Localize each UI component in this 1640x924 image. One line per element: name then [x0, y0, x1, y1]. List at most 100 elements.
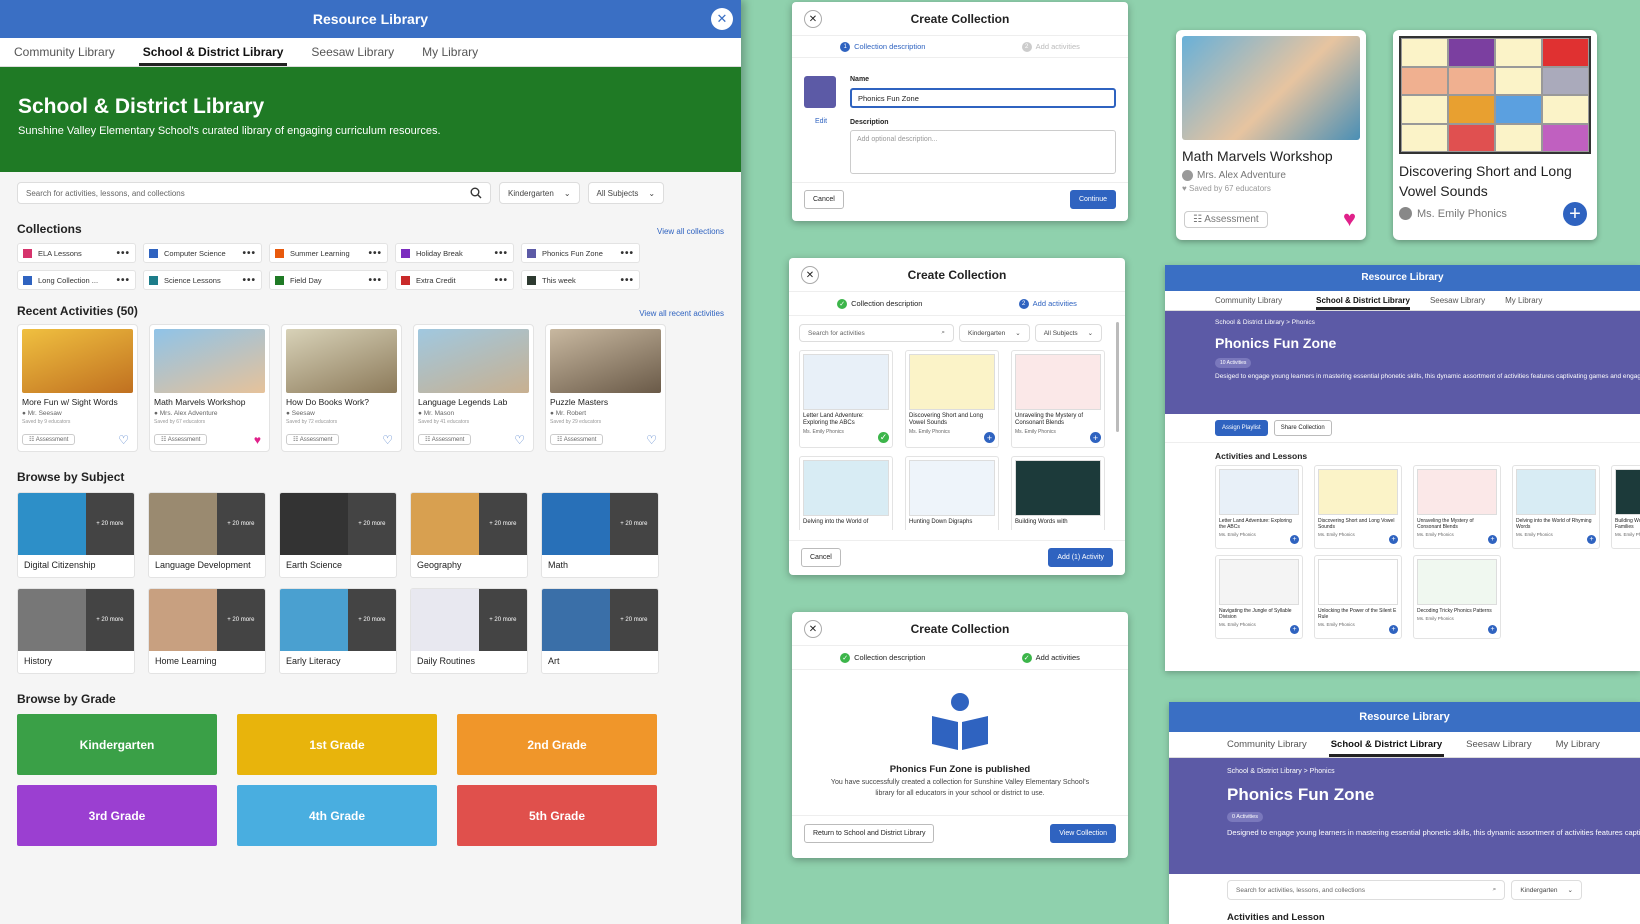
more-options-icon[interactable]: ••• [116, 275, 130, 286]
more-options-icon[interactable]: ••• [620, 248, 634, 259]
tab-my-library[interactable]: My Library [1495, 291, 1552, 310]
heart-icon[interactable]: ♥ [254, 433, 261, 447]
subject-card[interactable]: + 20 more Earth Science [279, 492, 397, 578]
add-icon[interactable]: + [1090, 432, 1101, 443]
subject-card[interactable]: + 20 more Art [541, 588, 659, 674]
more-options-icon[interactable]: ••• [494, 275, 508, 286]
tab-seesaw[interactable]: Seesaw Library [1420, 291, 1495, 310]
add-icon[interactable]: + [1389, 625, 1398, 634]
activity-card-large[interactable]: Math Marvels Workshop Mrs. Alex Adventur… [1176, 30, 1366, 240]
grade-card[interactable]: 4th Grade [237, 785, 437, 846]
collection-chip[interactable]: Science Lessons ••• [143, 270, 262, 290]
view-all-collections-link[interactable]: View all collections [657, 227, 724, 236]
activity-option[interactable]: Hunting Down Digraphs [905, 456, 999, 530]
activity-card[interactable]: More Fun w/ Sight Words ● Mr. Seesaw Sav… [17, 324, 138, 452]
subject-card[interactable]: + 20 more Digital Citizenship [17, 492, 135, 578]
add-activity-button[interactable]: Add (1) Activity [1048, 548, 1113, 567]
description-input[interactable]: Add optional description... [850, 130, 1116, 174]
activity-option[interactable]: Letter Land Adventure: Exploring the ABC… [799, 350, 893, 448]
activity-option[interactable]: Delving into the World of [799, 456, 893, 530]
activity-card[interactable]: Math Marvels Workshop ● Mrs. Alex Advent… [149, 324, 270, 452]
activity-card[interactable]: Language Legends Lab ● Mr. Mason Saved b… [413, 324, 534, 452]
activity-card[interactable]: Delving into the World of Rhyming Words M… [1512, 465, 1600, 549]
collection-chip[interactable]: Summer Learning ••• [269, 243, 388, 263]
close-icon[interactable]: ✕ [801, 266, 819, 284]
grade-card[interactable]: 5th Grade [457, 785, 657, 846]
grade-card[interactable]: 2nd Grade [457, 714, 657, 775]
scrollbar[interactable] [1116, 322, 1119, 432]
grade-card[interactable]: 1st Grade [237, 714, 437, 775]
heart-icon[interactable]: ♥ [1343, 206, 1356, 232]
assign-playlist-button[interactable]: Assign Playlist [1215, 420, 1268, 436]
close-icon[interactable]: ✕ [804, 10, 822, 28]
view-collection-button[interactable]: View Collection [1050, 824, 1116, 843]
subject-card[interactable]: + 20 more Early Literacy [279, 588, 397, 674]
add-icon[interactable]: + [1563, 202, 1587, 226]
more-options-icon[interactable]: ••• [116, 248, 130, 259]
subject-card[interactable]: + 20 more Math [541, 492, 659, 578]
add-icon[interactable]: + [1488, 535, 1497, 544]
activity-card[interactable]: How Do Books Work? ● Seesaw Saved by 72 … [281, 324, 402, 452]
subject-dropdown[interactable]: All Subjects ⌄ [1034, 324, 1103, 342]
more-options-icon[interactable]: ••• [242, 275, 256, 286]
subject-card[interactable]: + 20 more Home Learning [148, 588, 266, 674]
view-all-recent-link[interactable]: View all recent activities [639, 309, 724, 318]
tab-school-district[interactable]: School & District Library [1319, 732, 1454, 757]
heart-icon[interactable]: ♡ [514, 433, 525, 447]
activity-card[interactable]: Unlocking the Power of the Silent E Rule… [1314, 555, 1402, 639]
check-icon[interactable]: ✓ [878, 432, 889, 443]
activity-card[interactable]: Navigating the Jungle of Syllable Divisi… [1215, 555, 1303, 639]
subject-card[interactable]: + 20 more Language Development [148, 492, 266, 578]
activity-option[interactable]: Unraveling the Mystery of Consonant Blen… [1011, 350, 1105, 448]
tab-seesaw[interactable]: Seesaw Library [297, 38, 408, 66]
tab-my-library[interactable]: My Library [408, 38, 492, 66]
subject-dropdown[interactable]: All Subjects ⌄ [587, 182, 665, 204]
tab-community[interactable]: Community Library [1165, 291, 1306, 310]
activity-card[interactable]: Unraveling the Mystery of Consonant Blen… [1413, 465, 1501, 549]
share-collection-button[interactable]: Share Collection [1273, 420, 1332, 436]
subject-card[interactable]: + 20 more Geography [410, 492, 528, 578]
more-options-icon[interactable]: ••• [620, 275, 634, 286]
collection-chip[interactable]: Long Collection ... ••• [17, 270, 136, 290]
add-icon[interactable]: + [984, 432, 995, 443]
search-input[interactable]: Search for activities, lessons, and coll… [17, 182, 491, 204]
collection-chip[interactable]: Extra Credit ••• [395, 270, 514, 290]
tab-school-district[interactable]: School & District Library [129, 38, 298, 66]
tab-school-district[interactable]: School & District Library [1306, 291, 1420, 310]
name-input[interactable]: Phonics Fun Zone [850, 88, 1116, 108]
more-options-icon[interactable]: ••• [368, 275, 382, 286]
continue-button[interactable]: Continue [1069, 190, 1116, 209]
add-icon[interactable]: + [1389, 535, 1398, 544]
tab-community[interactable]: Community Library [0, 38, 129, 66]
grade-dropdown[interactable]: Kindergarten ⌄ [1511, 880, 1582, 900]
cancel-button[interactable]: Cancel [804, 190, 844, 209]
more-options-icon[interactable]: ••• [368, 248, 382, 259]
activity-card[interactable]: Puzzle Masters ● Mr. Robert Saved by 29 … [545, 324, 666, 452]
collection-chip[interactable]: ELA Lessons ••• [17, 243, 136, 263]
collection-chip[interactable]: This week ••• [521, 270, 640, 290]
add-icon[interactable]: + [1587, 535, 1596, 544]
tab-community[interactable]: Community Library [1169, 732, 1319, 757]
activity-card[interactable]: Discovering Short and Long Vowel Sounds M… [1314, 465, 1402, 549]
activity-card[interactable]: Letter Land Adventure: Exploring the ABC… [1215, 465, 1303, 549]
heart-icon[interactable]: ♡ [118, 433, 129, 447]
grade-card[interactable]: 3rd Grade [17, 785, 217, 846]
grade-dropdown[interactable]: Kindergarten ⌄ [959, 324, 1030, 342]
collection-chip[interactable]: Field Day ••• [269, 270, 388, 290]
collection-chip[interactable]: Phonics Fun Zone ••• [521, 243, 640, 263]
more-options-icon[interactable]: ••• [494, 248, 508, 259]
grade-dropdown[interactable]: Kindergarten ⌄ [499, 182, 580, 204]
add-icon[interactable]: + [1488, 625, 1497, 634]
collection-chip[interactable]: Holiday Break ••• [395, 243, 514, 263]
subject-card[interactable]: + 20 more History [17, 588, 135, 674]
edit-link[interactable]: Edit [815, 118, 827, 125]
activity-option[interactable]: Building Words with [1011, 456, 1105, 530]
collection-chip[interactable]: Computer Science ••• [143, 243, 262, 263]
add-icon[interactable]: + [1290, 535, 1299, 544]
activity-card[interactable]: Building Words with Common Word Families… [1611, 465, 1640, 549]
activity-card[interactable]: Decoding Tricky Phonics Patterns Ms. Emil… [1413, 555, 1501, 639]
grade-card[interactable]: Kindergarten [17, 714, 217, 775]
add-icon[interactable]: + [1290, 625, 1299, 634]
activity-option[interactable]: Discovering Short and Long Vowel Sounds M… [905, 350, 999, 448]
activity-search-input[interactable]: Search for activities ⌕ [799, 324, 954, 342]
